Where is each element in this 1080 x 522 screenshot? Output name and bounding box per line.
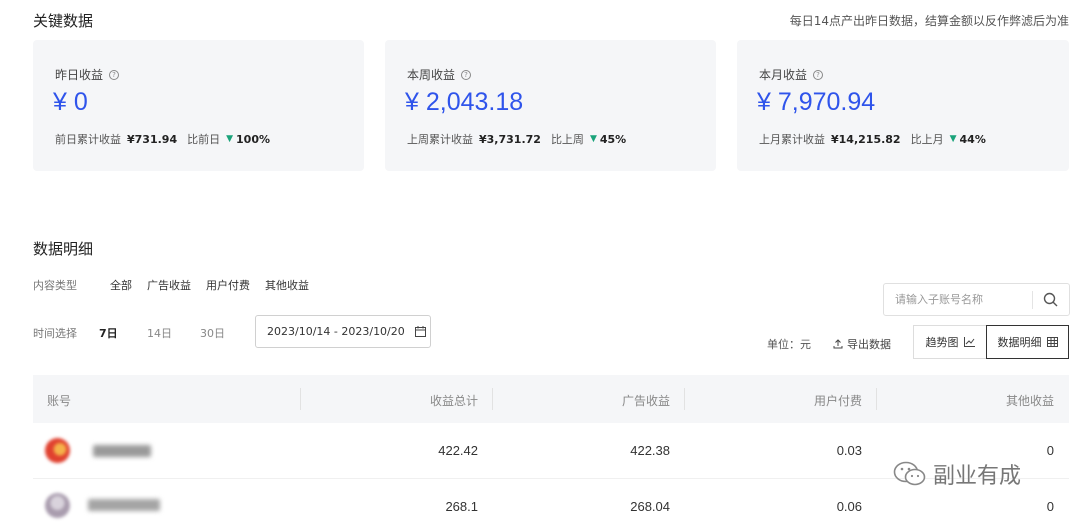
trend-label: 趋势图 xyxy=(925,336,959,349)
filter-other[interactable]: 其他收益 xyxy=(265,277,309,293)
wechat-icon xyxy=(893,461,926,486)
col-other: 其他收益 xyxy=(1005,394,1054,408)
cell-other: 0 xyxy=(1046,443,1054,458)
card-month: 本月收益? ¥ 7,970.94 上月累计收益 ¥14,215.82 比上月 ▼… xyxy=(737,40,1069,171)
calendar-icon xyxy=(414,326,426,337)
compare-value: ¥14,215.82 xyxy=(831,132,901,146)
account-name-blurred xyxy=(93,445,151,457)
col-divider xyxy=(876,388,877,410)
search-input[interactable] xyxy=(884,284,1032,315)
unit-label: 单位：元 xyxy=(767,338,811,351)
col-paid: 用户付费 xyxy=(813,394,862,408)
ratio-label: 比上月 xyxy=(910,133,944,146)
account-search xyxy=(883,283,1070,316)
avatar xyxy=(45,438,70,463)
filter-all[interactable]: 全部 xyxy=(110,277,132,293)
help-icon[interactable]: ? xyxy=(461,69,472,80)
line-chart-icon xyxy=(963,337,975,347)
export-label: 导出数据 xyxy=(847,338,891,351)
card-yesterday: 昨日收益? ¥ 0 前日累计收益 ¥731.94 比前日 ▼ 100% xyxy=(33,40,364,171)
filter-paid[interactable]: 用户付费 xyxy=(206,277,250,293)
col-divider xyxy=(300,388,301,410)
cell-ad: 422.38 xyxy=(630,443,670,458)
cell-paid: 0.06 xyxy=(836,499,862,514)
card-label: 本月收益 xyxy=(759,68,808,82)
export-icon xyxy=(833,339,843,349)
search-icon[interactable] xyxy=(1043,292,1058,307)
date-range-text: 2023/10/14 - 2023/10/20 xyxy=(267,325,405,338)
compare-label: 上月累计收益 xyxy=(759,133,825,146)
export-button[interactable]: 导出数据 xyxy=(833,336,891,352)
compare-value: ¥731.94 xyxy=(127,132,178,146)
table-header: 账号 收益总计 广告收益 用户付费 其他收益 xyxy=(33,375,1069,423)
account-name-blurred xyxy=(88,499,160,511)
time-7d[interactable]: 7日 xyxy=(99,325,118,341)
detail-title: 数据明细 xyxy=(33,240,94,258)
ratio-label: 比前日 xyxy=(187,133,221,146)
card-value: ¥ 2,043.18 xyxy=(405,88,524,116)
compare-value: ¥3,731.72 xyxy=(479,132,541,146)
time-label: 时间选择 xyxy=(33,327,77,340)
time-30d[interactable]: 30日 xyxy=(200,325,225,341)
help-icon[interactable]: ? xyxy=(109,69,120,80)
cell-total: 422.42 xyxy=(438,443,478,458)
card-value: ¥ 0 xyxy=(53,88,88,116)
ratio-value: 100% xyxy=(236,132,271,146)
cell-other: 0 xyxy=(1046,499,1054,514)
card-value: ¥ 7,970.94 xyxy=(757,88,876,116)
down-arrow-icon: ▼ xyxy=(949,134,957,144)
cell-paid: 0.03 xyxy=(836,443,862,458)
col-divider xyxy=(492,388,493,410)
data-note: 每日14点产出昨日数据，结算金额以反作弊滤后为准 xyxy=(789,14,1069,28)
date-range-picker[interactable]: 2023/10/14 - 2023/10/20 xyxy=(255,315,431,348)
help-icon[interactable]: ? xyxy=(813,69,824,80)
col-divider xyxy=(684,388,685,410)
trend-chart-button[interactable]: 趋势图 xyxy=(913,325,987,359)
down-arrow-icon: ▼ xyxy=(226,134,234,144)
filter-ad[interactable]: 广告收益 xyxy=(147,277,191,293)
detail-label: 数据明细 xyxy=(997,336,1042,349)
compare-label: 上周累计收益 xyxy=(407,133,473,146)
cell-ad: 268.04 xyxy=(630,499,670,514)
col-total: 收益总计 xyxy=(429,394,478,408)
card-week: 本周收益? ¥ 2,043.18 上周累计收益 ¥3,731.72 比上周 ▼ … xyxy=(385,40,716,171)
content-type-label: 内容类型 xyxy=(33,279,77,292)
watermark: 副业有成 xyxy=(893,458,1021,490)
col-ad: 广告收益 xyxy=(621,394,670,408)
col-account: 账号 xyxy=(47,394,72,408)
search-divider xyxy=(1032,291,1033,309)
down-arrow-icon: ▼ xyxy=(589,134,597,144)
table-icon xyxy=(1046,337,1058,347)
card-label: 昨日收益 xyxy=(55,68,104,82)
compare-label: 前日累计收益 xyxy=(55,133,121,146)
watermark-text: 副业有成 xyxy=(933,464,1022,489)
time-14d[interactable]: 14日 xyxy=(147,325,172,341)
ratio-value: 45% xyxy=(599,132,627,146)
key-data-title: 关键数据 xyxy=(33,12,94,30)
avatar xyxy=(45,493,70,518)
data-detail-button[interactable]: 数据明细 xyxy=(986,325,1069,359)
ratio-label: 比上周 xyxy=(550,133,584,146)
cell-total: 268.1 xyxy=(445,499,478,514)
ratio-value: 44% xyxy=(959,132,986,146)
card-label: 本周收益 xyxy=(407,68,456,82)
